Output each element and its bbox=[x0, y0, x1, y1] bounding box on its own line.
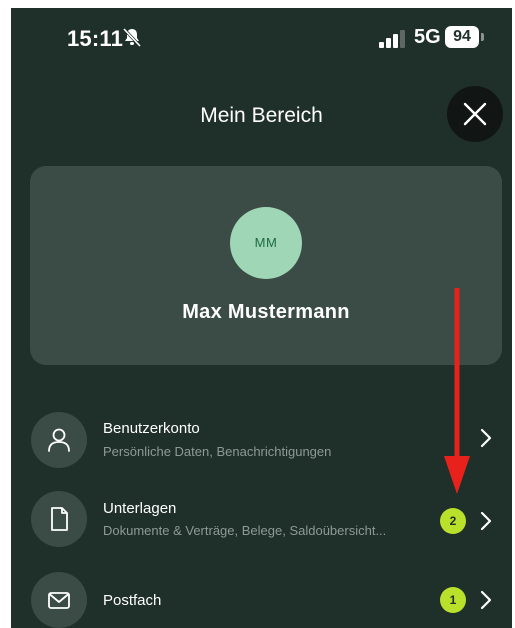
notification-badge: 2 bbox=[440, 508, 466, 534]
menu-icon-circle bbox=[31, 412, 87, 468]
chevron-right-icon bbox=[480, 590, 492, 610]
app-screen: 15:11 5G 94 Mein Bereich MM Max Musterma… bbox=[11, 8, 512, 628]
menu-item-title: Benutzerkonto bbox=[103, 420, 200, 437]
menu-item-subtitle: Dokumente & Verträge, Belege, Saldoübers… bbox=[103, 523, 387, 538]
menu-item-postfach[interactable]: Postfach 1 bbox=[11, 572, 512, 628]
menu-item-title: Unterlagen bbox=[103, 500, 177, 517]
network-type: 5G bbox=[414, 26, 441, 48]
avatar: MM bbox=[230, 207, 302, 279]
notification-badge: 1 bbox=[440, 587, 466, 613]
bell-muted-icon bbox=[122, 27, 142, 48]
menu-icon-circle bbox=[31, 491, 87, 547]
menu-item-title: Postfach bbox=[103, 592, 162, 609]
mail-icon bbox=[48, 592, 70, 609]
page-title: Mein Bereich bbox=[200, 104, 323, 127]
status-time: 15:11 bbox=[67, 26, 124, 51]
menu-item-unterlagen[interactable]: Unterlagen Dokumente & Verträge, Belege,… bbox=[11, 480, 512, 560]
battery-tip bbox=[481, 33, 484, 41]
close-button[interactable] bbox=[447, 86, 503, 142]
menu-icon-circle bbox=[31, 572, 87, 628]
status-bar: 15:11 5G 94 bbox=[11, 8, 512, 64]
menu-item-benutzerkonto[interactable]: Benutzerkonto Persönliche Daten, Benachr… bbox=[11, 400, 512, 480]
battery-indicator: 94 bbox=[445, 26, 479, 48]
chevron-right-icon bbox=[480, 511, 492, 531]
profile-card: MM Max Mustermann bbox=[30, 166, 502, 365]
document-icon bbox=[51, 507, 68, 531]
profile-name: Max Mustermann bbox=[182, 301, 350, 323]
signal-icon bbox=[379, 30, 405, 48]
close-icon bbox=[463, 102, 487, 126]
chevron-right-icon bbox=[480, 428, 492, 448]
menu-item-subtitle: Persönliche Daten, Benachrichtigungen bbox=[103, 444, 332, 459]
user-icon bbox=[48, 428, 70, 452]
annotation-arrow-icon bbox=[444, 288, 470, 494]
